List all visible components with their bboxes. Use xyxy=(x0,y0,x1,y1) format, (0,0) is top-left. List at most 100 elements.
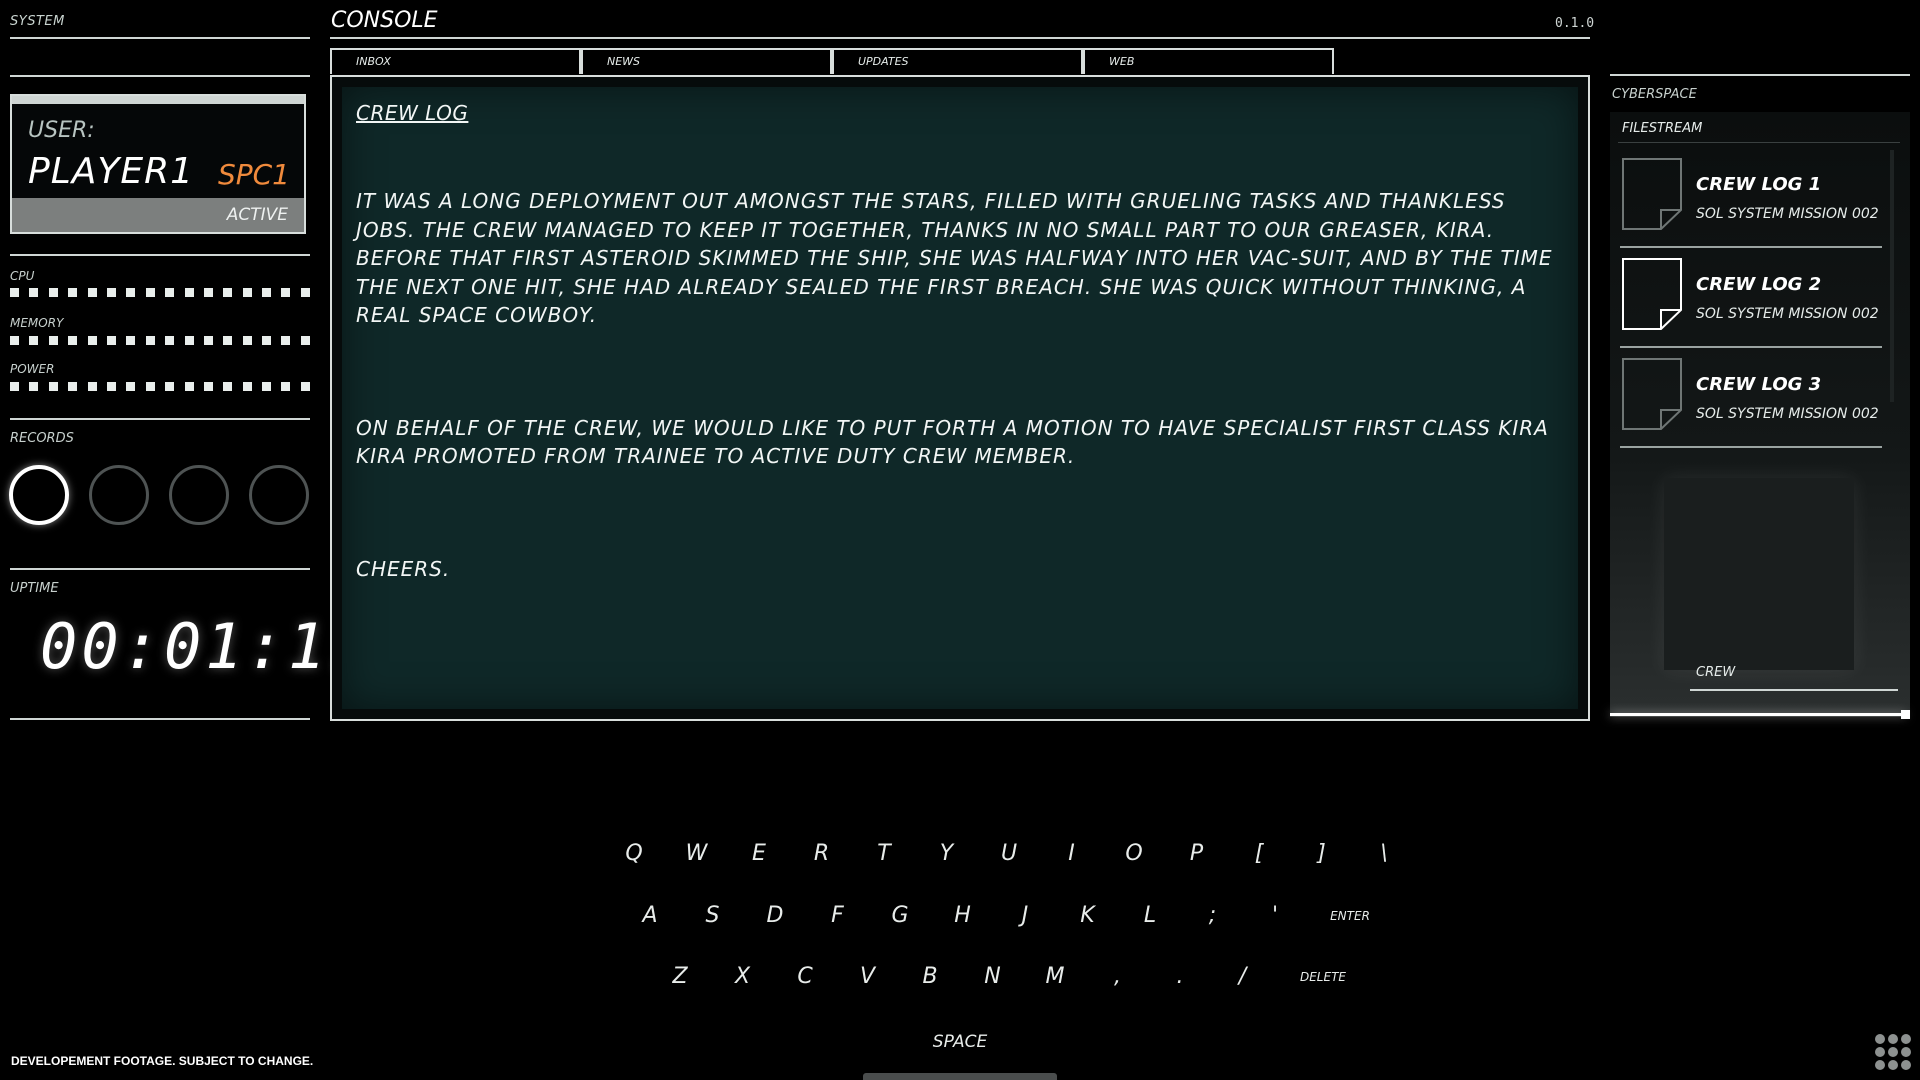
meter-segment xyxy=(300,336,310,345)
meter-segment xyxy=(10,382,19,391)
key-slash[interactable]: / xyxy=(1223,957,1263,997)
meter-segment xyxy=(242,336,252,345)
key-f[interactable]: F xyxy=(818,896,858,936)
space-bar[interactable] xyxy=(863,1073,1057,1080)
tab-web[interactable]: WEB xyxy=(1083,48,1334,74)
cpu-meter xyxy=(10,288,310,298)
key-g[interactable]: G xyxy=(880,896,920,936)
key-o[interactable]: O xyxy=(1114,834,1154,874)
key-quote[interactable]: ' xyxy=(1255,896,1295,936)
footer-note: DEVELOPEMENT FOOTAGE. SUBJECT TO CHANGE. xyxy=(11,1054,314,1068)
key-semicolon[interactable]: ; xyxy=(1193,896,1233,936)
key-j[interactable]: J xyxy=(1005,896,1045,936)
key-left-bracket[interactable]: [ xyxy=(1239,834,1279,874)
key-k[interactable]: K xyxy=(1068,896,1108,936)
filestream-scrollbar[interactable] xyxy=(1890,150,1894,402)
key-q[interactable]: Q xyxy=(614,834,654,874)
file-item-crew-log-3[interactable]: CREW LOG 3 SOL SYSTEM MISSION 002 xyxy=(1620,352,1882,448)
tab-updates[interactable]: UPDATES xyxy=(832,48,1083,74)
file-icon xyxy=(1622,158,1682,230)
key-v[interactable]: V xyxy=(848,957,888,997)
key-l[interactable]: L xyxy=(1130,896,1170,936)
file-item-crew-log-2[interactable]: CREW LOG 2 SOL SYSTEM MISSION 002 xyxy=(1620,252,1882,348)
meter-segment xyxy=(10,288,19,297)
meter-segment xyxy=(145,382,155,391)
meter-segment xyxy=(106,336,116,345)
meter-segment xyxy=(87,288,97,297)
meter-segment xyxy=(300,382,310,391)
meter-segment xyxy=(10,336,19,345)
file-item-crew-log-1[interactable]: CREW LOG 1 SOL SYSTEM MISSION 002 xyxy=(1620,152,1882,248)
meter-segment xyxy=(68,336,78,345)
memory-meter xyxy=(10,336,310,346)
meter-segment xyxy=(203,288,213,297)
key-i[interactable]: I xyxy=(1052,834,1092,874)
key-p[interactable]: P xyxy=(1177,834,1217,874)
key-n[interactable]: N xyxy=(973,957,1013,997)
console-message-area[interactable]: CREW LOG IT WAS A LONG DEPLOYMENT OUT AM… xyxy=(342,87,1578,709)
file-preview xyxy=(1664,478,1854,670)
meter-segment xyxy=(242,288,252,297)
divider xyxy=(1620,246,1882,248)
key-s[interactable]: S xyxy=(693,896,733,936)
key-d[interactable]: D xyxy=(755,896,795,936)
key-m[interactable]: M xyxy=(1035,957,1075,997)
key-comma[interactable]: , xyxy=(1098,957,1138,997)
key-enter[interactable]: ENTER xyxy=(1315,896,1385,936)
file-title: CREW LOG 2 xyxy=(1696,274,1822,295)
file-title: CREW LOG 1 xyxy=(1696,174,1822,195)
key-u[interactable]: U xyxy=(989,834,1029,874)
key-y[interactable]: Y xyxy=(927,834,967,874)
key-e[interactable]: E xyxy=(739,834,779,874)
meter-segment xyxy=(262,382,272,391)
console-tabs: INBOX NEWS UPDATES WEB xyxy=(330,48,1334,74)
meter-segment xyxy=(87,336,97,345)
key-backslash[interactable]: \ xyxy=(1364,834,1404,874)
key-c[interactable]: C xyxy=(785,957,825,997)
game-screen: SYSTEM USER: PLAYER1 SPC1 ACTIVE CPU MEM… xyxy=(0,0,1920,1080)
key-h[interactable]: H xyxy=(943,896,983,936)
file-icon xyxy=(1622,258,1682,330)
record-slot-1[interactable] xyxy=(9,465,69,525)
key-w[interactable]: W xyxy=(677,834,717,874)
tab-inbox[interactable]: INBOX xyxy=(330,48,581,74)
divider xyxy=(10,75,310,77)
log-paragraph: IT WAS A LONG DEPLOYMENT OUT AMONGST THE… xyxy=(356,189,1560,327)
progress-knob[interactable] xyxy=(1901,710,1910,719)
cyberspace-label: CYBERSPACE xyxy=(1612,87,1697,102)
grid-menu-icon[interactable] xyxy=(1875,1034,1911,1070)
record-slot-4[interactable] xyxy=(249,465,309,525)
meter-segment xyxy=(48,288,58,297)
key-x[interactable]: X xyxy=(723,957,763,997)
meter-segment xyxy=(223,336,233,345)
power-meter xyxy=(10,382,310,392)
divider xyxy=(10,568,310,570)
tab-news[interactable]: NEWS xyxy=(581,48,832,74)
record-slot-2[interactable] xyxy=(89,465,149,525)
key-t[interactable]: T xyxy=(864,834,904,874)
key-z[interactable]: Z xyxy=(660,957,700,997)
user-code: SPC1 xyxy=(217,158,290,191)
divider xyxy=(1620,446,1882,448)
divider xyxy=(330,37,1590,39)
key-r[interactable]: R xyxy=(802,834,842,874)
key-space[interactable]: SPACE xyxy=(900,1022,1020,1062)
key-a[interactable]: A xyxy=(630,896,670,936)
log-paragraph: ON BEHALF OF THE CREW, WE WOULD LIKE TO … xyxy=(356,415,1557,469)
meter-segment xyxy=(281,288,291,297)
meter-segment xyxy=(165,288,175,297)
key-right-bracket[interactable]: ] xyxy=(1302,834,1342,874)
records-label: RECORDS xyxy=(10,431,74,446)
meter-segment xyxy=(300,288,310,297)
meter-segment xyxy=(165,382,175,391)
key-b[interactable]: B xyxy=(910,957,950,997)
version-label: 0.1.0 xyxy=(1555,16,1595,31)
meter-segment xyxy=(242,382,252,391)
meter-segment xyxy=(203,336,213,345)
file-icon xyxy=(1622,358,1682,430)
key-period[interactable]: . xyxy=(1160,957,1200,997)
record-slot-3[interactable] xyxy=(169,465,229,525)
meter-segment xyxy=(223,288,233,297)
cyberspace-progress-bar xyxy=(1610,713,1906,716)
key-delete[interactable]: DELETE xyxy=(1288,957,1358,997)
